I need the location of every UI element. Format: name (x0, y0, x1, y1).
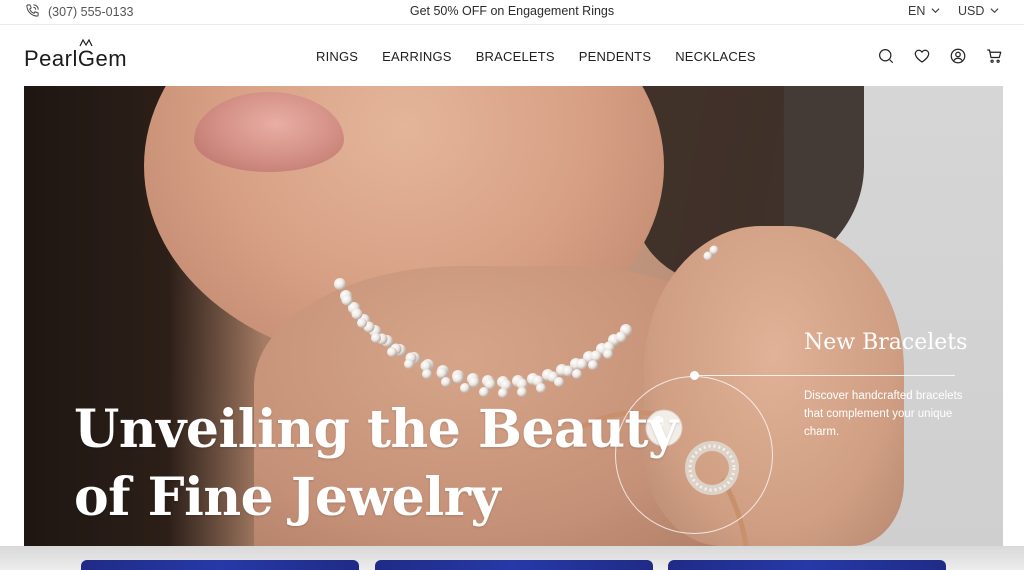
chevron-down-icon (990, 4, 999, 18)
heart-icon[interactable] (912, 46, 932, 66)
nav-item-necklaces[interactable]: NECKLACES (675, 49, 756, 64)
promo-card-1[interactable] (81, 560, 359, 570)
nav-item-rings[interactable]: RINGS (316, 49, 358, 64)
chevron-down-icon (931, 4, 940, 18)
main-nav: RINGS EARRINGS BRACELETS PENDENTS NECKLA… (316, 49, 756, 64)
nav-item-bracelets[interactable]: BRACELETS (476, 49, 555, 64)
user-icon[interactable] (948, 46, 968, 66)
promo-card-2[interactable] (375, 560, 653, 570)
nav-item-pendents[interactable]: PENDENTS (579, 49, 651, 64)
cart-icon[interactable] (984, 46, 1004, 66)
callout-title[interactable]: New Bracelets (804, 330, 967, 355)
hotspot-ring[interactable] (615, 376, 773, 534)
currency-value: USD (958, 4, 985, 18)
brand-logo[interactable]: PearlGem (24, 38, 128, 72)
hotspot-connector-line (699, 375, 955, 376)
hotspot-dot[interactable] (690, 371, 699, 380)
hero-title-line-2: of Fine Jewelry (74, 467, 501, 528)
top-bar: (307) 555-0133 Get 50% OFF on Engagement… (0, 0, 1024, 25)
search-icon[interactable] (876, 46, 896, 66)
hero-title-line-1: Unveiling the Beauty (74, 399, 678, 460)
crown-icon (79, 38, 93, 47)
main-header: PearlGem RINGS EARRINGS BRACELETS PENDEN… (0, 26, 1024, 86)
language-value: EN (908, 4, 926, 18)
currency-selector[interactable]: USD (958, 4, 999, 18)
header-actions (876, 46, 1004, 66)
promo-card-3[interactable] (668, 560, 946, 570)
callout-description: Discover handcrafted bracelets that comp… (804, 390, 963, 438)
promo-banner-text: Get 50% OFF on Engagement Rings (409, 4, 615, 18)
hero-banner[interactable]: Unveiling the Beauty of Fine Jewelry New… (24, 86, 1003, 546)
hero-title: Unveiling the Beauty of Fine Jewelry (74, 396, 678, 532)
language-selector[interactable]: EN (908, 4, 940, 18)
nav-item-earrings[interactable]: EARRINGS (382, 49, 452, 64)
logo-text: PearlGem (24, 46, 128, 71)
